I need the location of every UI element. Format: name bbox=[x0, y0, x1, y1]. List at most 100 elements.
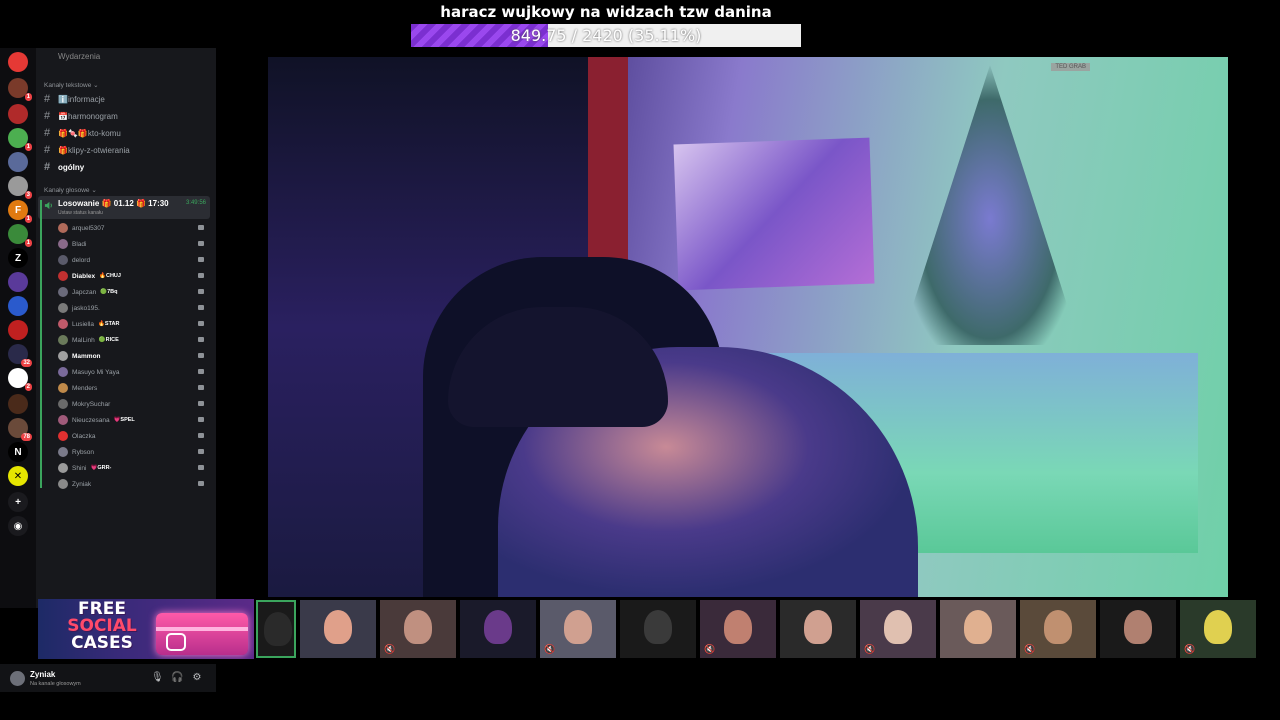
server-icon[interactable]: Z bbox=[8, 248, 28, 268]
participant-thumbnail[interactable] bbox=[780, 600, 856, 658]
avatar bbox=[58, 351, 68, 361]
voice-member[interactable]: Mammon bbox=[58, 349, 208, 363]
participant-thumbnail[interactable]: 🔇 bbox=[860, 600, 936, 658]
muted-icon: 🔇 bbox=[544, 644, 556, 654]
text-channel[interactable]: # ogólny bbox=[44, 161, 84, 173]
voice-member-name: Shini bbox=[72, 464, 87, 472]
server-icon[interactable]: 32 bbox=[8, 344, 32, 367]
text-channel-label: 🎁🍬🎁kto-komu bbox=[58, 128, 121, 138]
participant-thumbnail[interactable]: 🔇 bbox=[380, 600, 456, 658]
server-icon[interactable] bbox=[8, 296, 28, 316]
participant-thumbnail[interactable] bbox=[620, 600, 696, 658]
avatar bbox=[58, 239, 68, 249]
stream-status-icon bbox=[198, 225, 204, 230]
server-pokeball-icon[interactable] bbox=[8, 52, 28, 72]
voice-member[interactable]: Diablex 🔥CHUJ bbox=[58, 269, 208, 283]
participant-thumbnail[interactable] bbox=[300, 600, 376, 658]
participant-thumbnail[interactable]: 🔇 bbox=[540, 600, 616, 658]
events-link[interactable]: Wydarzenia bbox=[58, 52, 100, 61]
voice-member[interactable]: Rybson bbox=[58, 445, 208, 459]
avatar bbox=[58, 319, 68, 329]
voice-member[interactable]: Olaczka bbox=[58, 429, 208, 443]
member-tag: 🔥CHUJ bbox=[99, 273, 121, 279]
voice-member[interactable]: delord bbox=[58, 253, 208, 267]
server-icon[interactable]: 78 bbox=[8, 418, 32, 441]
server-icon[interactable] bbox=[8, 394, 28, 414]
avatar bbox=[58, 431, 68, 441]
muted-icon: 🔇 bbox=[864, 644, 876, 654]
avatar bbox=[58, 367, 68, 377]
server-icon[interactable]: 1 bbox=[8, 78, 32, 101]
voice-member[interactable]: Nieuczesana 💗SPEL bbox=[58, 413, 208, 427]
text-channels-category[interactable]: Kanały tekstowe ⌄ bbox=[44, 81, 99, 89]
add-server-icon[interactable]: + bbox=[8, 492, 28, 512]
voice-member-name: Olaczka bbox=[72, 432, 96, 440]
server-icon[interactable] bbox=[8, 272, 28, 292]
server-icon[interactable]: N bbox=[8, 442, 28, 462]
participant-thumbnail[interactable] bbox=[460, 600, 536, 658]
participant-thumbnail[interactable] bbox=[1100, 600, 1176, 658]
voice-member[interactable]: Shini 💗GRR- bbox=[58, 461, 208, 475]
text-channel-label: 🎁klipy-z-otwierania bbox=[58, 145, 130, 155]
unread-badge: 1 bbox=[24, 93, 32, 101]
voice-member[interactable]: Masuyo Mi Yaya bbox=[58, 365, 208, 379]
text-channel[interactable]: # ℹ️informacje bbox=[44, 93, 105, 105]
text-channel[interactable]: # 🎁🍬🎁kto-komu bbox=[44, 127, 121, 139]
text-channel[interactable]: # 📅harmonogram bbox=[44, 110, 118, 122]
gear-icon[interactable]: ⚙ bbox=[191, 672, 203, 684]
voice-member[interactable]: MokrySuchar bbox=[58, 397, 208, 411]
voice-channel-losowanie[interactable]: Losowanie 🎁 01.12 🎁 17:30 Ustaw status k… bbox=[38, 196, 210, 219]
channel-sidebar: Wydarzenia Kanały tekstowe ⌄ # ℹ️informac… bbox=[36, 48, 216, 608]
microphone-icon[interactable]: 🎙 bbox=[151, 672, 164, 684]
member-tag: 🔥STAR bbox=[98, 321, 120, 327]
server-icon[interactable]: 1 bbox=[8, 224, 32, 247]
voice-member[interactable]: arquel5307 bbox=[58, 221, 208, 235]
participant-thumbnail[interactable]: 🔇 bbox=[1180, 600, 1256, 658]
unread-badge: 1 bbox=[24, 239, 32, 247]
user-name: Zyniak bbox=[30, 670, 56, 679]
server-icon[interactable] bbox=[8, 320, 28, 340]
headphones-icon[interactable]: 🎧 bbox=[171, 672, 183, 684]
server-icon[interactable]: F1 bbox=[8, 200, 32, 223]
participant-thumbnail[interactable] bbox=[940, 600, 1016, 658]
hash-icon: # bbox=[44, 110, 51, 122]
participant-thumbnail[interactable] bbox=[256, 600, 296, 658]
explore-icon[interactable]: ◉ bbox=[8, 516, 28, 536]
voice-channel-status[interactable]: Ustaw status kanału bbox=[58, 210, 103, 216]
voice-member[interactable]: jasko195. bbox=[58, 301, 208, 315]
member-tag: 🟢RICE bbox=[98, 337, 119, 343]
server-icon[interactable]: 1 bbox=[8, 128, 32, 151]
server-icon[interactable]: ✕ bbox=[8, 466, 28, 486]
participant-video bbox=[404, 610, 432, 644]
muted-icon: 🔇 bbox=[1184, 644, 1196, 654]
hash-icon: # bbox=[44, 127, 51, 139]
participant-thumbnail[interactable]: 🔇 bbox=[1020, 600, 1096, 658]
server-rail: 1 1 3 F 1 1 Z 32 2 78 N ✕ + ◉ bbox=[0, 48, 36, 608]
server-icon[interactable] bbox=[8, 152, 28, 172]
participant-video bbox=[644, 610, 672, 644]
stream-status-icon bbox=[198, 241, 204, 246]
avatar bbox=[58, 447, 68, 457]
server-icon[interactable]: 2 bbox=[8, 368, 32, 391]
voice-member[interactable]: Lusiella 🔥STAR bbox=[58, 317, 208, 331]
voice-member[interactable]: Bladi bbox=[58, 237, 208, 251]
stream-status-icon bbox=[198, 337, 204, 342]
free-social-cases-banner[interactable]: FREE SOCIAL CASES bbox=[38, 599, 254, 659]
stream-status-icon bbox=[198, 401, 204, 406]
server-icon[interactable] bbox=[8, 104, 28, 124]
text-channel[interactable]: # 🎁klipy-z-otwierania bbox=[44, 144, 130, 156]
participant-thumbnail[interactable]: 🔇 bbox=[700, 600, 776, 658]
voice-member[interactable]: Menders bbox=[58, 381, 208, 395]
voice-member[interactable]: MalLinh 🟢RICE bbox=[58, 333, 208, 347]
server-icon[interactable]: 3 bbox=[8, 176, 32, 199]
participant-thumbnails: 🔇 🔇 🔇 🔇 🔇 🔇 bbox=[256, 600, 1280, 658]
unread-badge: 78 bbox=[21, 433, 32, 441]
goal-title: haracz wujkowy na widzach tzw danina bbox=[440, 3, 772, 21]
hash-icon: # bbox=[44, 161, 51, 173]
avatar[interactable] bbox=[10, 671, 25, 686]
voice-member-name: Bladi bbox=[72, 240, 87, 248]
stream-status-icon bbox=[198, 465, 204, 470]
voice-channels-category[interactable]: Kanały głosowe ⌄ bbox=[44, 186, 97, 194]
voice-member[interactable]: Japczan 🟢7Bq bbox=[58, 285, 208, 299]
voice-member[interactable]: Zyniak bbox=[58, 477, 208, 491]
